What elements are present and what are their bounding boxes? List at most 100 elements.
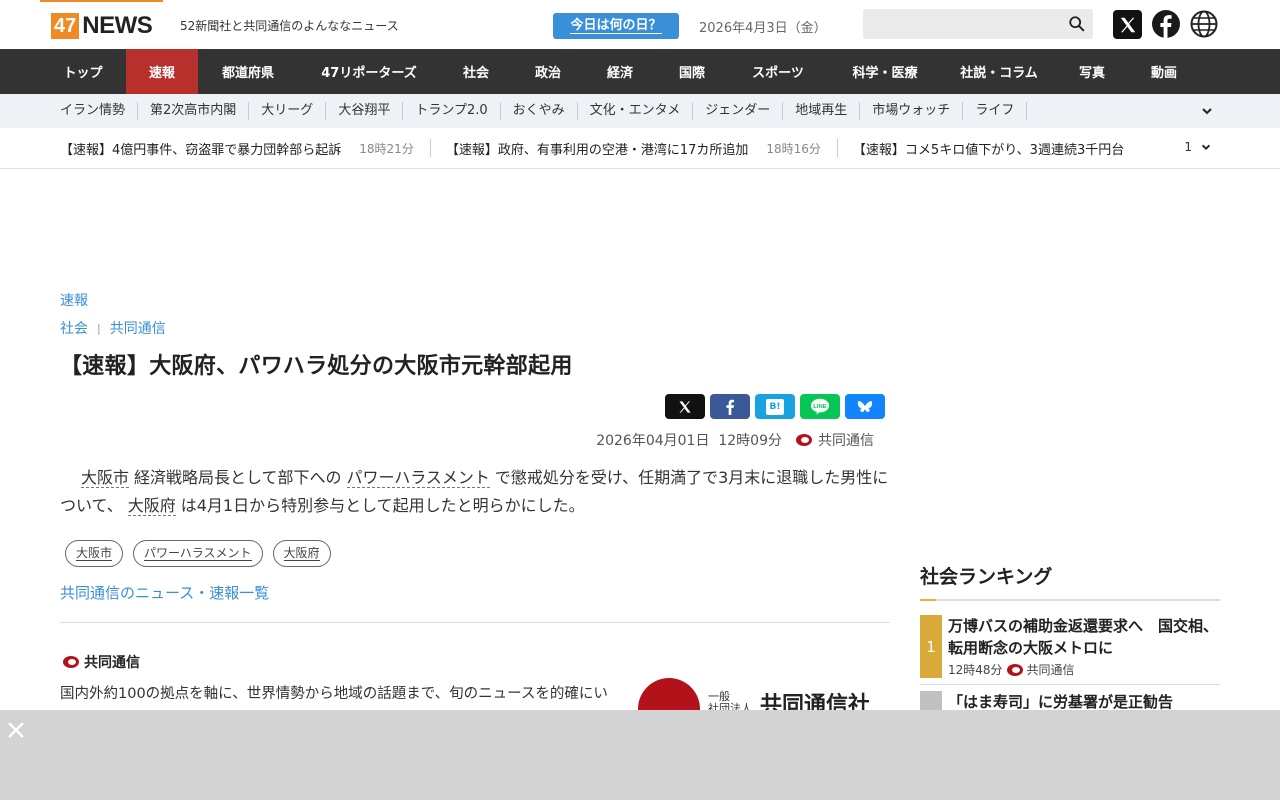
kyodo-news-list-link[interactable]: 共同通信のニュース・速報一覧 <box>60 582 269 603</box>
logo-accent-bar <box>40 0 163 2</box>
nav-item-8[interactable]: スポーツ <box>728 49 828 94</box>
source-link[interactable]: 共同通信 <box>110 318 166 338</box>
chevron-down-icon[interactable] <box>1200 104 1214 118</box>
nav-item-0[interactable]: トップ <box>40 49 126 94</box>
ticker-headline: 【速報】政府、有事利用の空港・港湾に17カ所追加 <box>445 142 749 158</box>
tag-chip[interactable]: 大阪市 <box>65 540 124 567</box>
nav-item-6[interactable]: 経済 <box>584 49 656 94</box>
share-line-button[interactable]: LINE <box>800 394 840 419</box>
rank-meta: 12時48分 共同通信 <box>948 663 1075 677</box>
ticker-pager[interactable]: 1 <box>1176 140 1212 154</box>
keyword-link[interactable]: 大阪市 <box>81 468 130 488</box>
topic-link[interactable]: イラン情勢 <box>48 102 139 120</box>
article: 速報 社会 | 共同通信 【速報】大阪府、パワハラ処分の大阪市元幹部起用 B! … <box>60 290 890 740</box>
logo-number: 47 <box>51 13 80 39</box>
ticker-headline: 【速報】4億円事件、窃盗罪で暴力団幹部ら起訴 <box>60 142 342 158</box>
kyodo-logo-icon <box>1006 663 1023 676</box>
ticker-time: 18時16分 <box>766 141 821 156</box>
current-date: 2026年4月3日（金） <box>699 21 827 36</box>
x-twitter-icon[interactable] <box>1113 10 1142 39</box>
bottom-ad-overlay <box>0 710 1280 800</box>
facebook-icon <box>726 399 734 415</box>
ticker-separator <box>429 139 431 157</box>
topic-bar: イラン情勢 第2次高市内閣 大リーグ 大谷翔平 トランプ2.0 おくやみ 文化・エンタメ ジェ… <box>0 94 1280 128</box>
article-tags: 大阪市 パワーハラスメント 大阪府 <box>65 540 331 567</box>
breaking-news-ticker: 【速報】4億円事件、窃盗罪で暴力団幹部ら起訴 18時21分 【速報】政府、有事利用の… <box>0 128 1280 169</box>
topic-link[interactable]: トランプ2.0 <box>403 102 501 120</box>
subcategory-link[interactable]: 社会 <box>60 318 88 338</box>
article-byline: 2026年04月01日 12時09分 共同通信 <box>596 430 874 450</box>
language-globe-icon[interactable] <box>1190 10 1218 38</box>
close-icon[interactable] <box>6 720 26 740</box>
share-facebook-button[interactable] <box>710 394 750 419</box>
kyodo-logo-icon <box>63 656 79 668</box>
topic-link[interactable]: 大谷翔平 <box>326 102 404 120</box>
subcategory-row: 社会 | 共同通信 <box>60 318 890 338</box>
logo-word: NEWS <box>82 12 153 39</box>
nav-item-3[interactable]: 47リポーターズ <box>298 49 440 94</box>
nav-item-11[interactable]: 写真 <box>1056 49 1128 94</box>
ranking-separator <box>920 684 1220 685</box>
topic-link[interactable]: おくやみ <box>501 102 578 120</box>
facebook-icon[interactable] <box>1152 10 1180 38</box>
topic-link[interactable]: 文化・エンタメ <box>578 102 694 120</box>
bluesky-butterfly-icon <box>857 400 873 412</box>
ranking-title: 社会ランキング <box>920 566 1053 588</box>
ticker-time: 18時21分 <box>359 141 414 156</box>
nav-item-10[interactable]: 社説・コラム <box>942 49 1056 94</box>
today-in-history-button[interactable]: 今日は何の日？ <box>553 13 679 39</box>
topic-link[interactable]: ジェンダー <box>693 102 784 120</box>
tag-chip[interactable]: パワーハラスメント <box>133 540 263 567</box>
rank-headline: 万博バスの補助金返還要求へ 国交相、転用断念の大阪メトロに <box>948 617 1219 657</box>
category-link[interactable]: 速報 <box>60 290 890 310</box>
search-icon[interactable] <box>1068 15 1086 33</box>
topic-link[interactable]: 地域再生 <box>783 102 861 120</box>
article-title: 【速報】大阪府、パワハラ処分の大阪市元幹部起用 <box>60 354 573 379</box>
kyodo-logo-icon <box>796 434 812 446</box>
ticker-item[interactable]: 【速報】政府、有事利用の空港・港湾に17カ所追加 18時16分 <box>446 139 821 158</box>
main-navigation: トップ 速報 都道府県 47リポーターズ 社会 政治 経済 国際 スポーツ 科学・医療 社説・コラム… <box>0 49 1280 94</box>
ticker-item[interactable]: 【速報】4億円事件、窃盗罪で暴力団幹部ら起訴 18時21分 <box>60 139 414 158</box>
ticker-count: 1 <box>1184 140 1192 154</box>
ranking-underline <box>920 599 1220 601</box>
nav-item-9[interactable]: 科学・医療 <box>828 49 942 94</box>
nav-item-4[interactable]: 社会 <box>440 49 512 94</box>
nav-item-5[interactable]: 政治 <box>512 49 584 94</box>
nav-item-12[interactable]: 動画 <box>1128 49 1200 94</box>
article-body: 大阪市 経済戦略局長として部下への パワーハラスメント で懲戒処分を受け、任期満了で3… <box>60 468 889 516</box>
ticker-headline: 【速報】コメ5キロ値下がり、3週連続3千円台 <box>852 142 1125 158</box>
publish-datetime: 2026年04月01日 12時09分 <box>596 433 782 449</box>
divider <box>60 622 890 623</box>
topic-link[interactable]: 大リーグ <box>249 102 327 120</box>
line-icon: LINE <box>810 398 830 415</box>
svg-text:LINE: LINE <box>813 404 826 410</box>
nav-item-2[interactable]: 都道府県 <box>198 49 298 94</box>
topic-link[interactable]: 市場ウォッチ <box>860 102 964 120</box>
provider-name: 共同通信 <box>84 655 140 671</box>
site-logo[interactable]: 47 NEWS <box>51 12 153 40</box>
hatena-bookmark-icon: B! <box>766 398 784 415</box>
byline-source: 共同通信 <box>818 433 874 449</box>
ticker-separator <box>836 139 838 157</box>
ranking-item[interactable]: 1 万博バスの補助金返還要求へ 国交相、転用断念の大阪メトロに 12時48分 共同通信 <box>920 615 1220 678</box>
ticker-item[interactable]: 【速報】コメ5キロ値下がり、3週連続3千円台 <box>853 139 1124 158</box>
keyword-link[interactable]: 大阪府 <box>127 496 176 516</box>
share-bluesky-button[interactable] <box>845 394 885 419</box>
tag-chip[interactable]: 大阪府 <box>272 540 331 567</box>
site-header: 47 NEWS 52新聞社と共同通信のよんななニュース 今日は何の日？ 2026… <box>0 0 1280 49</box>
search-input[interactable] <box>863 9 1093 39</box>
nav-item-7[interactable]: 国際 <box>656 49 728 94</box>
site-tagline: 52新聞社と共同通信のよんななニュース <box>180 19 399 33</box>
share-x-button[interactable] <box>665 394 705 419</box>
topic-link[interactable]: ライフ <box>963 102 1028 120</box>
share-hatena-button[interactable]: B! <box>755 394 795 419</box>
share-buttons: B! LINE <box>665 394 885 419</box>
rank-number: 1 <box>920 615 942 678</box>
separator: | <box>97 321 101 335</box>
x-twitter-icon <box>679 400 691 413</box>
nav-item-1[interactable]: 速報 <box>126 49 198 94</box>
keyword-link[interactable]: パワーハラスメント <box>346 468 490 488</box>
topic-link[interactable]: 第2次高市内閣 <box>138 102 250 120</box>
provider-heading: 共同通信 <box>63 652 140 672</box>
chevron-down-icon[interactable] <box>1200 141 1212 153</box>
